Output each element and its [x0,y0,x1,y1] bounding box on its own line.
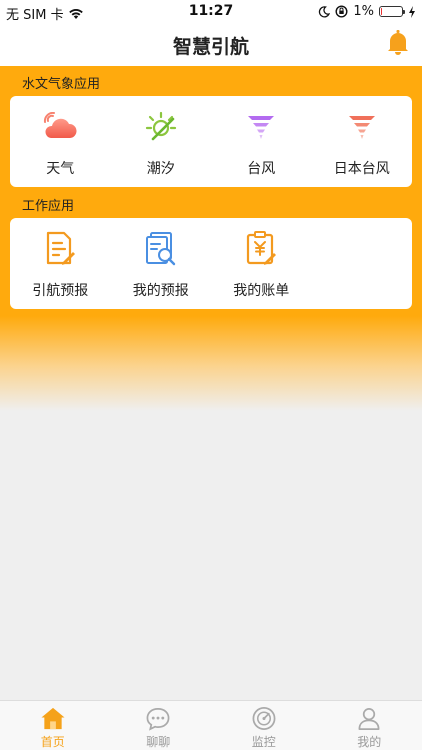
page-title: 智慧引航 [172,36,249,58]
app-japan-typhoon-label: 日本台风 [333,161,390,177]
app-typhoon[interactable]: 台风 [211,96,312,187]
rotation-lock-icon [335,5,348,18]
status-bar: 无 SIM 卡 11:27 1% [0,0,422,23]
tab-profile-label: 我的 [357,735,382,749]
moon-icon [319,5,331,18]
app-my-forecast-label: 我的预报 [132,283,189,299]
app-tide-label: 潮汐 [146,161,175,177]
weather-cloud-icon [41,108,79,146]
tab-chat-label: 聊聊 [146,735,171,749]
my-forecast-icon [142,230,180,268]
tab-profile[interactable]: 我的 [317,701,422,750]
app-pilot-forecast[interactable]: 引航预报 [10,218,111,309]
app-my-bill[interactable]: 我的账单 [211,218,312,309]
carrier-info: 无 SIM 卡 [6,4,84,23]
my-bill-icon [242,230,280,268]
nav-bar: 智慧引航 [0,22,422,66]
section-title-work: 工作应用 [22,199,75,214]
tab-monitor[interactable]: 监控 [211,701,317,750]
pilot-forecast-icon [41,230,79,268]
app-pilot-forecast-label: 引航预报 [32,283,89,299]
bell-icon[interactable] [386,30,410,56]
battery-icon [379,6,405,17]
battery-percent: 1% [353,4,374,19]
charging-icon [409,5,415,18]
carrier-label: 无 SIM 卡 [6,8,64,23]
japan-typhoon-icon [343,108,381,146]
chat-icon [146,708,170,731]
app-tide[interactable]: 潮汐 [111,96,212,187]
tide-icon [142,108,180,146]
tab-home-label: 首页 [40,735,65,749]
tab-bar: 首页 聊聊 监控 我的 [0,700,422,750]
app-typhoon-label: 台风 [247,161,276,177]
home-icon [41,707,65,730]
hydro-weather-card: 天气 潮汐 台风 日本台风 [10,96,412,187]
section-title-hydro-weather: 水文气象应用 [22,77,101,92]
work-apps-card: 引航预报 我的预报 我的账单 [10,218,412,309]
status-right: 1% [318,4,416,19]
app-weather-label: 天气 [46,161,75,177]
typhoon-icon [242,108,280,146]
app-weather[interactable]: 天气 [10,96,111,187]
tab-monitor-label: 监控 [251,735,276,749]
app-my-forecast[interactable]: 我的预报 [111,218,212,309]
wifi-icon [68,8,83,19]
app-japan-typhoon[interactable]: 日本台风 [312,96,413,187]
profile-icon [358,708,380,730]
app-my-bill-label: 我的账单 [233,283,290,299]
tab-chat[interactable]: 聊聊 [106,701,212,750]
monitor-icon [252,707,276,730]
tab-home[interactable]: 首页 [0,701,106,750]
